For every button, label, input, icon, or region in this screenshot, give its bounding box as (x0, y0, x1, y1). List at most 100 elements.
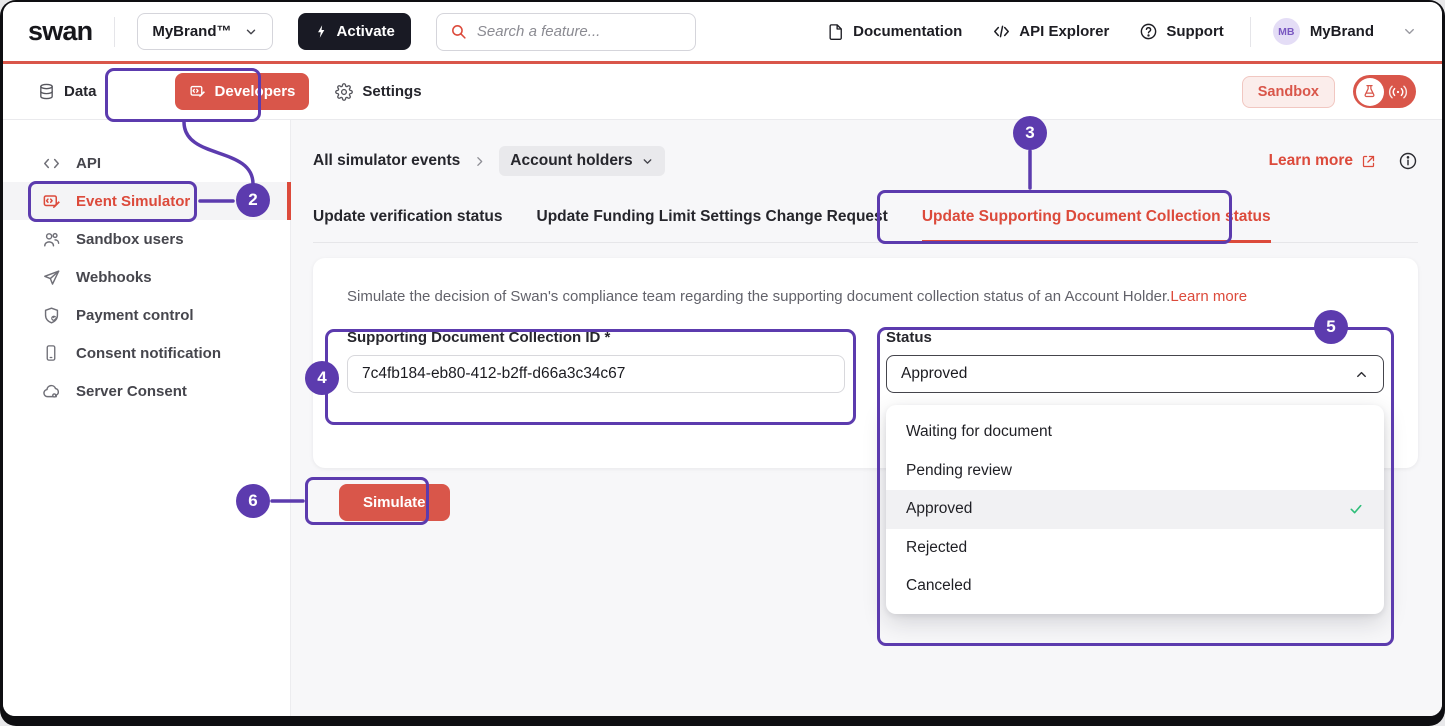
tab-bar: Update verification status Update Fundin… (313, 195, 1418, 243)
chevron-right-icon (473, 155, 486, 168)
option-label: Waiting for document (906, 423, 1052, 441)
gear-icon (335, 83, 353, 101)
sidebar-event-simulator-label: Event Simulator (76, 193, 190, 210)
users-icon (41, 230, 61, 249)
document-icon (827, 23, 845, 41)
sidebar-item-event-simulator[interactable]: Event Simulator (3, 182, 290, 220)
shield-check-icon (41, 306, 61, 325)
header-actions: Learn more (1269, 151, 1418, 171)
divider (114, 17, 115, 47)
sidebar: API Event Simulator Sandbox users (3, 120, 291, 716)
description-learn-more-link[interactable]: Learn more (1170, 288, 1247, 305)
tab-update-supporting-document[interactable]: Update Supporting Document Collection st… (922, 195, 1271, 242)
activate-button[interactable]: Activate (298, 13, 411, 50)
learn-more-link[interactable]: Learn more (1269, 152, 1376, 170)
learn-more-label: Learn more (1269, 152, 1353, 170)
feature-search (436, 13, 696, 51)
form-description: Simulate the decision of Swan's complian… (347, 288, 1384, 305)
support-link[interactable]: Support (1139, 22, 1224, 41)
status-select[interactable]: Approved (886, 355, 1384, 393)
code-icon (992, 22, 1011, 41)
status-select-value: Approved (901, 365, 967, 383)
check-icon (1348, 501, 1364, 517)
top-bar: swan MyBrand™ Activate (3, 2, 1442, 64)
sidebar-item-webhooks[interactable]: Webhooks (3, 258, 290, 296)
flask-icon (1356, 78, 1384, 106)
external-link-icon (1361, 154, 1376, 169)
chevron-down-icon (1402, 24, 1417, 39)
sidebar-payment-control-label: Payment control (76, 307, 194, 324)
developers-icon (189, 83, 206, 100)
id-field-label: Supporting Document Collection ID * (347, 329, 845, 346)
database-icon (38, 83, 55, 100)
avatar: MB (1273, 18, 1300, 45)
nav-developers-label: Developers (215, 83, 296, 100)
form-description-text: Simulate the decision of Swan's complian… (347, 288, 1170, 305)
status-option-approved[interactable]: Approved (886, 490, 1384, 529)
swan-logo: swan (28, 18, 92, 45)
sidebar-item-sandbox-users[interactable]: Sandbox users (3, 220, 290, 258)
status-option-canceled[interactable]: Canceled (886, 567, 1384, 606)
nav-item-settings[interactable]: Settings (335, 83, 421, 101)
id-field-group: Supporting Document Collection ID * (347, 329, 845, 393)
breadcrumb: All simulator events Account holders (313, 146, 665, 176)
status-option-waiting[interactable]: Waiting for document (886, 413, 1384, 452)
main-header: All simulator events Account holders Lea… (313, 146, 1418, 176)
nav-data-label: Data (64, 83, 97, 100)
option-label: Approved (906, 500, 972, 518)
sidebar-item-server-consent[interactable]: Server Consent (3, 372, 290, 410)
support-label: Support (1166, 23, 1224, 40)
chevron-down-icon (641, 155, 654, 168)
sidebar-consent-notification-label: Consent notification (76, 345, 221, 362)
sidebar-item-api[interactable]: API (3, 144, 290, 182)
event-simulator-icon (41, 192, 61, 211)
tab-update-verification-status[interactable]: Update verification status (313, 195, 503, 242)
tab-update-funding-limit[interactable]: Update Funding Limit Settings Change Req… (537, 195, 888, 242)
breadcrumb-current-dropdown[interactable]: Account holders (499, 146, 664, 176)
status-option-rejected[interactable]: Rejected (886, 529, 1384, 568)
paper-plane-icon (41, 268, 61, 287)
environment-toggle[interactable] (1353, 75, 1416, 108)
activate-label: Activate (337, 23, 395, 40)
status-dropdown-menu: Waiting for document Pending review Appr… (886, 405, 1384, 614)
sidebar-webhooks-label: Webhooks (76, 269, 152, 286)
status-field-label: Status (886, 329, 1384, 346)
sidebar-item-payment-control[interactable]: Payment control (3, 296, 290, 334)
search-input[interactable] (477, 23, 682, 40)
nav-item-data[interactable]: Data (38, 83, 97, 100)
chevron-up-icon (1354, 367, 1369, 382)
project-selector-button[interactable]: MyBrand™ (137, 13, 272, 50)
nav-item-developers[interactable]: Developers (175, 73, 310, 110)
api-explorer-link[interactable]: API Explorer (992, 22, 1109, 41)
breadcrumb-root[interactable]: All simulator events (313, 152, 460, 170)
smartphone-icon (41, 344, 61, 362)
status-option-pending[interactable]: Pending review (886, 452, 1384, 491)
live-signal-icon (1388, 84, 1408, 100)
sidebar-sandbox-users-label: Sandbox users (76, 231, 184, 248)
status-field-group: Status Approved Waiting for document (886, 329, 1384, 393)
option-label: Pending review (906, 462, 1012, 480)
search-icon (450, 23, 467, 40)
info-icon[interactable] (1398, 151, 1418, 171)
chevron-down-icon (244, 25, 258, 39)
sandbox-badge: Sandbox (1242, 76, 1335, 108)
option-label: Rejected (906, 539, 967, 557)
sidebar-server-consent-label: Server Consent (76, 383, 187, 400)
lightning-bolt-icon (314, 24, 329, 39)
divider (1250, 17, 1251, 47)
section-nav: Data Developers Settings Sandbox (3, 64, 1442, 120)
documentation-link[interactable]: Documentation (827, 23, 962, 41)
sidebar-item-consent-notification[interactable]: Consent notification (3, 334, 290, 372)
account-name: MyBrand (1310, 23, 1374, 40)
account-menu[interactable]: MB MyBrand (1273, 18, 1417, 45)
option-label: Canceled (906, 577, 972, 595)
main-content: All simulator events Account holders Lea… (291, 120, 1442, 716)
help-circle-icon (1139, 22, 1158, 41)
sidebar-api-label: API (76, 155, 101, 172)
page-body: API Event Simulator Sandbox users (3, 120, 1442, 716)
simulate-button[interactable]: Simulate (339, 484, 450, 521)
form-fields: Supporting Document Collection ID * Stat… (347, 329, 1384, 393)
code-icon (41, 154, 61, 173)
supporting-document-collection-id-input[interactable] (347, 355, 845, 393)
project-selector-label: MyBrand™ (152, 23, 231, 40)
